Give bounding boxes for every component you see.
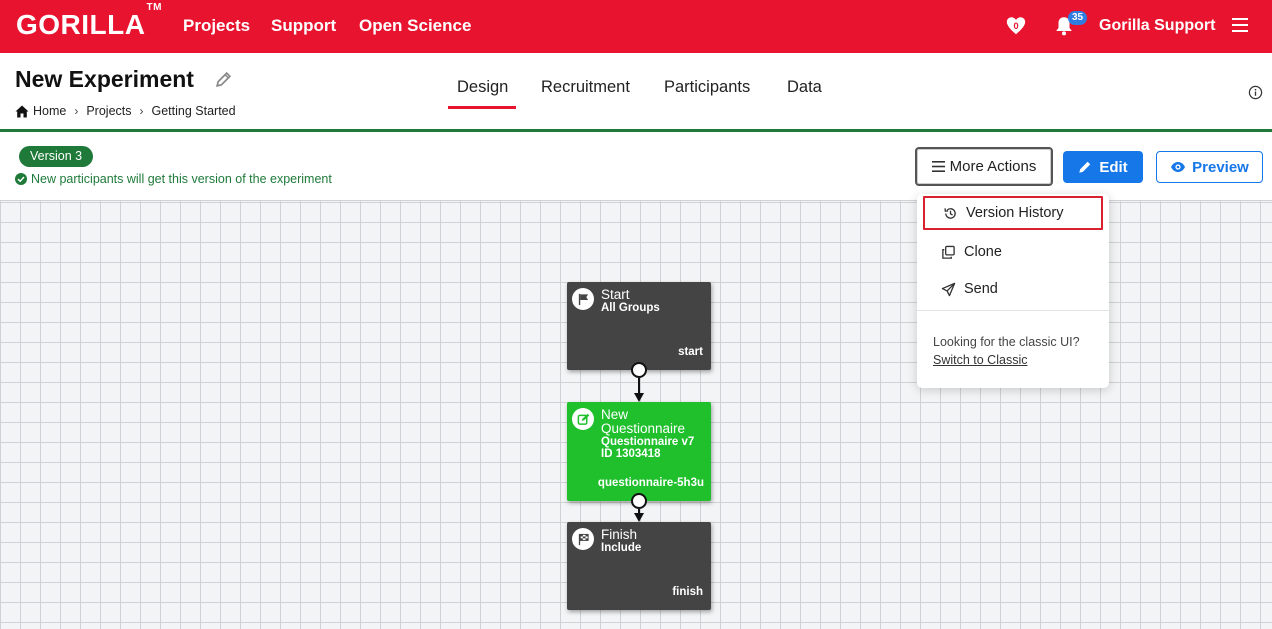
history-icon bbox=[944, 207, 956, 219]
checkered-flag-icon bbox=[572, 528, 594, 550]
breadcrumb-projects[interactable]: Projects bbox=[86, 104, 131, 118]
menu-item-clone[interactable]: Clone bbox=[923, 235, 1103, 269]
output-connector[interactable] bbox=[631, 362, 647, 378]
node-id: start bbox=[678, 346, 703, 358]
node-questionnaire[interactable]: New Questionnaire Questionnaire v7 ID 13… bbox=[567, 402, 711, 501]
arrow-head bbox=[634, 513, 644, 522]
notification-badge: 35 bbox=[1068, 11, 1088, 25]
breadcrumb-home[interactable]: Home bbox=[33, 104, 66, 118]
node-title: Start bbox=[601, 287, 630, 302]
heart-icon[interactable]: 0 bbox=[1005, 15, 1027, 37]
menu-item-version-history[interactable]: Version History bbox=[923, 196, 1103, 230]
send-icon bbox=[941, 282, 956, 296]
tab-participants[interactable]: Participants bbox=[664, 78, 750, 97]
more-actions-label: More Actions bbox=[949, 158, 1037, 175]
menu-divider bbox=[917, 310, 1109, 311]
version-note-text: New participants will get this version o… bbox=[31, 172, 332, 186]
menu-item-label: Clone bbox=[964, 244, 1002, 260]
connection-line bbox=[638, 378, 640, 393]
heart-count: 0 bbox=[1013, 21, 1018, 31]
gorilla-logo[interactable]: GORILLATM bbox=[16, 2, 162, 41]
more-actions-dropdown: Version History Clone Send Looking for t… bbox=[917, 194, 1109, 388]
preview-label: Preview bbox=[1192, 158, 1249, 176]
hamburger-menu-icon[interactable] bbox=[1232, 18, 1248, 32]
edit-button[interactable]: Edit bbox=[1063, 151, 1143, 183]
output-connector[interactable] bbox=[631, 493, 647, 509]
pencil-icon bbox=[1079, 161, 1091, 173]
arrow-head bbox=[634, 393, 644, 402]
node-finish[interactable]: Finish Include finish bbox=[567, 522, 711, 610]
top-bar: GORILLATM Projects Support Open Science … bbox=[0, 0, 1272, 53]
node-id: finish bbox=[672, 586, 703, 598]
page-title: New Experiment bbox=[15, 66, 194, 92]
info-icon[interactable] bbox=[1248, 85, 1263, 100]
active-tab-indicator bbox=[448, 106, 516, 109]
node-subtitle: All Groups bbox=[601, 302, 660, 314]
more-actions-button[interactable]: More Actions bbox=[915, 147, 1053, 186]
user-menu[interactable]: Gorilla Support bbox=[1099, 17, 1215, 35]
tab-data[interactable]: Data bbox=[787, 78, 822, 97]
classic-ui-prompt: Looking for the classic UI? Switch to Cl… bbox=[933, 333, 1080, 369]
breadcrumb-getting-started[interactable]: Getting Started bbox=[152, 104, 236, 118]
tab-design[interactable]: Design bbox=[457, 78, 508, 97]
bars-icon bbox=[931, 161, 945, 172]
switch-to-classic-link[interactable]: Switch to Classic bbox=[933, 351, 1080, 369]
chevron-right-icon: › bbox=[139, 104, 144, 118]
header-divider bbox=[0, 129, 1272, 132]
node-id: questionnaire-5h3u bbox=[597, 477, 704, 489]
nav-support[interactable]: Support bbox=[271, 16, 336, 36]
menu-item-send[interactable]: Send bbox=[923, 272, 1103, 306]
node-start[interactable]: Start All Groups start bbox=[567, 282, 711, 370]
classic-ui-text: Looking for the classic UI? bbox=[933, 335, 1080, 349]
tab-recruitment[interactable]: Recruitment bbox=[541, 78, 630, 97]
flag-icon bbox=[572, 288, 594, 310]
nav-open-science[interactable]: Open Science bbox=[359, 16, 471, 36]
node-title: New Questionnaire bbox=[601, 407, 686, 436]
pencil-icon[interactable] bbox=[215, 71, 232, 88]
version-badge: Version 3 bbox=[19, 146, 94, 167]
check-circle-icon bbox=[15, 173, 27, 185]
breadcrumb: Home › Projects › Getting Started bbox=[15, 104, 236, 118]
home-icon bbox=[15, 105, 29, 117]
node-subtitle: Questionnaire v7 bbox=[601, 436, 695, 448]
node-subtitle: Include bbox=[601, 542, 642, 554]
menu-item-label: Send bbox=[964, 281, 998, 297]
preview-button[interactable]: Preview bbox=[1156, 151, 1263, 183]
eye-icon bbox=[1171, 162, 1186, 172]
node-title: Finish bbox=[601, 527, 638, 542]
version-note: New participants will get this version o… bbox=[15, 172, 332, 186]
chevron-right-icon: › bbox=[74, 104, 79, 118]
edit-label: Edit bbox=[1099, 158, 1128, 176]
edit-square-icon bbox=[572, 408, 594, 430]
nav-projects[interactable]: Projects bbox=[183, 16, 250, 36]
menu-item-label: Version History bbox=[966, 205, 1064, 221]
node-task-id: ID 1303418 bbox=[601, 448, 661, 460]
clone-icon bbox=[942, 245, 955, 259]
